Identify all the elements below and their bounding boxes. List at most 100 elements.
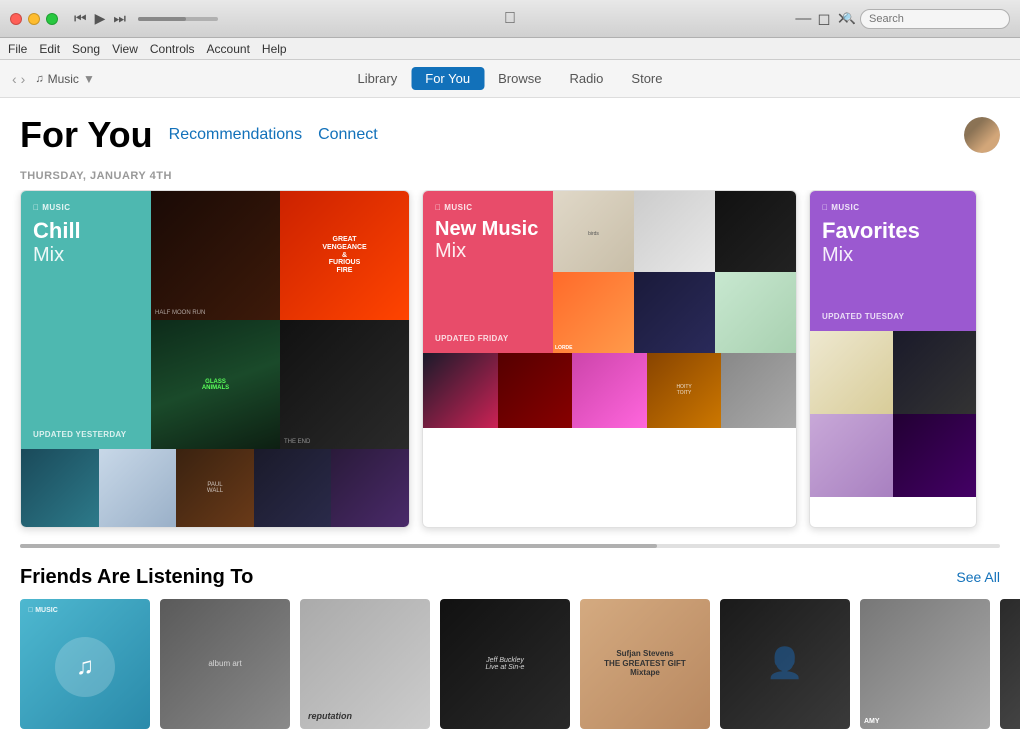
search-input[interactable] (860, 9, 1010, 29)
fastforward-button[interactable]: ⏭ (113, 10, 126, 27)
favorites-mix-card[interactable]:  MUSIC Favorites Mix UPDATED TUESDAY (809, 190, 977, 528)
menu-edit[interactable]: Edit (39, 42, 60, 56)
album-b1 (21, 449, 99, 527)
menu-account[interactable]: Account (207, 42, 250, 56)
tab-radio[interactable]: Radio (555, 67, 617, 90)
album-halfmoon: HALF MOON RUN (151, 191, 280, 320)
friend-music-icon: ♫ (55, 637, 115, 697)
friends-row:  MUSIC ♫ album art reputation Jeff Buck… (0, 599, 1020, 729)
album-theend: THE END (280, 320, 409, 449)
location-chevron[interactable]: ▼ (83, 72, 95, 86)
back-button[interactable]: ‹ (12, 71, 17, 87)
favorites-top-albums (810, 331, 976, 414)
album-nb2 (498, 353, 573, 428)
favorites-mix-subtitle: Mix (822, 244, 966, 267)
menu-view[interactable]: View (112, 42, 138, 56)
album-nb4: HOITYTOITY (647, 353, 722, 428)
progress-bar[interactable] (138, 17, 218, 21)
see-all-link[interactable]: See All (956, 569, 1000, 585)
search-icon: 🔍 (842, 12, 856, 25)
page-title: For You (20, 114, 153, 156)
album-nb5 (721, 353, 796, 428)
album-b2 (99, 449, 177, 527)
rewind-button[interactable]: ⏮ (74, 10, 87, 27)
album-greatvengeance: GREATVENGEANCE&FURIOUSFIRE (280, 191, 409, 320)
scroll-indicator[interactable] (0, 540, 1020, 552)
friends-title: Friends Are Listening To (20, 566, 253, 589)
nav-bar: ‹ › ♫ Music ▼ Library For You Browse Rad… (0, 60, 1020, 98)
play-button[interactable]: ▶ (95, 10, 106, 27)
menu-song[interactable]: Song (72, 42, 100, 56)
menu-controls[interactable]: Controls (150, 42, 195, 56)
menu-help[interactable]: Help (262, 42, 287, 56)
avatar[interactable] (964, 117, 1000, 153)
progress-fill (138, 17, 186, 21)
friend-album-sufjan[interactable]: Sufjan StevensTHE GREATEST GIFTMixtape (580, 599, 710, 729)
page-header: For You Recommendations Connect (0, 98, 1020, 166)
favorites-apple-music-label:  MUSIC (822, 203, 966, 212)
tab-browse[interactable]: Browse (484, 67, 555, 90)
scroll-thumb-horizontal (20, 544, 657, 548)
connect-link[interactable]: Connect (318, 126, 378, 144)
favorites-mix-header:  MUSIC Favorites Mix (822, 203, 966, 267)
transport-controls: ⏮ ▶ ⏭ (74, 10, 218, 27)
album-b3: PAULWALL (176, 449, 254, 527)
scroll-track (20, 544, 1000, 548)
friend-album-car[interactable]: album art (160, 599, 290, 729)
newmusic-updated: UPDATED FRIDAY (435, 334, 543, 343)
newmusic-mix-name: New Music (435, 218, 543, 240)
friend-album-taylor[interactable]: reputation (300, 599, 430, 729)
friends-header: Friends Are Listening To See All (0, 552, 1020, 599)
mixes-row:  MUSIC Chill Mix UPDATED YESTERDAY HALF… (0, 190, 1020, 540)
chill-album-grid: HALF MOON RUN GREATVENGEANCE&FURIOUSFIRE… (151, 191, 409, 449)
album-nb1 (423, 353, 498, 428)
album-nm2 (634, 191, 715, 272)
friend-album-partial[interactable] (1000, 599, 1020, 729)
avatar-image (964, 117, 1000, 153)
friend-album-music[interactable]:  MUSIC ♫ (20, 599, 150, 729)
album-nb3 (572, 353, 647, 428)
chill-mix-subtitle: Mix (33, 244, 141, 267)
close-button[interactable] (10, 13, 22, 25)
favorites-updated: UPDATED TUESDAY (822, 312, 966, 321)
forward-button[interactable]: › (21, 71, 26, 87)
friend-apple-label:  MUSIC (28, 607, 58, 614)
sufjan-text: Sufjan StevensTHE GREATEST GIFTMixtape (604, 649, 686, 678)
newmusic-mix-header:  MUSIC New Music Mix (435, 203, 543, 263)
album-nm4: LORDE (553, 272, 634, 353)
search-bar: 🔍 (842, 9, 1010, 29)
chill-mix-name: Chill (33, 218, 141, 244)
friend-album-portrait[interactable]: 👤 (720, 599, 850, 729)
tab-for-you[interactable]: For You (411, 67, 484, 90)
favorites-bottom-albums (810, 414, 976, 497)
music-note-icon: ♫ (35, 73, 43, 85)
minimize-button[interactable] (28, 13, 40, 25)
maximize-button[interactable] (46, 13, 58, 25)
chill-bottom-albums: PAULWALL (21, 449, 409, 527)
friend-album-jeff[interactable]: Jeff BuckleyLive at Sin-e (440, 599, 570, 729)
album-glassanimals: GLASS ANIMALS (151, 320, 280, 449)
location-label: Music (48, 72, 79, 86)
nav-location: ♫ Music ▼ (35, 72, 94, 86)
album-fv4 (893, 414, 976, 497)
resize-icon[interactable]: ◻ (817, 9, 830, 29)
album-fv2 (893, 331, 976, 414)
newmusic-mix-card[interactable]:  MUSIC New Music Mix UPDATED FRIDAY bir… (422, 190, 797, 528)
minimize-icon[interactable]: — (795, 10, 811, 28)
tab-store[interactable]: Store (617, 67, 676, 90)
friend-album-amy[interactable]: AMY (860, 599, 990, 729)
recommendations-link[interactable]: Recommendations (169, 126, 302, 144)
album-nm6 (715, 272, 796, 353)
nav-tabs: Library For You Browse Radio Store (344, 67, 677, 90)
chill-mix-card[interactable]:  MUSIC Chill Mix UPDATED YESTERDAY HALF… (20, 190, 410, 528)
album-fv1 (810, 331, 893, 414)
tab-library[interactable]: Library (344, 67, 412, 90)
newmusic-apple-music-label:  MUSIC (435, 203, 543, 212)
page-links: Recommendations Connect (169, 126, 378, 144)
date-label: THURSDAY, JANUARY 4TH (0, 166, 1020, 190)
menu-file[interactable]: File (8, 42, 27, 56)
album-nm5 (634, 272, 715, 353)
newmusic-mix-subtitle: Mix (435, 240, 543, 263)
apple-logo:  (504, 10, 516, 28)
chill-updated: UPDATED YESTERDAY (33, 430, 141, 439)
